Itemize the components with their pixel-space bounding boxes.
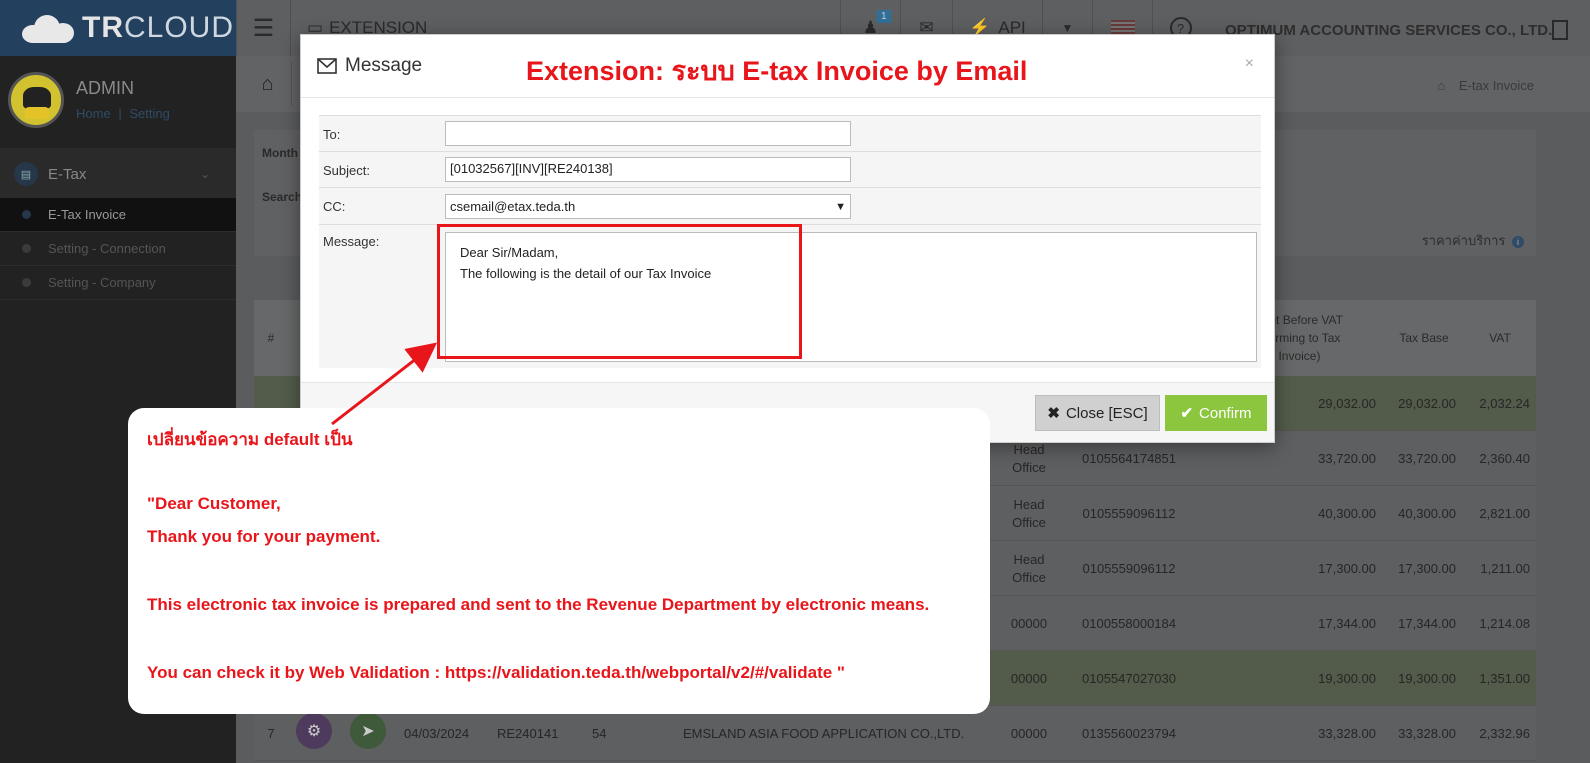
annotation-arrow: [331, 342, 438, 426]
